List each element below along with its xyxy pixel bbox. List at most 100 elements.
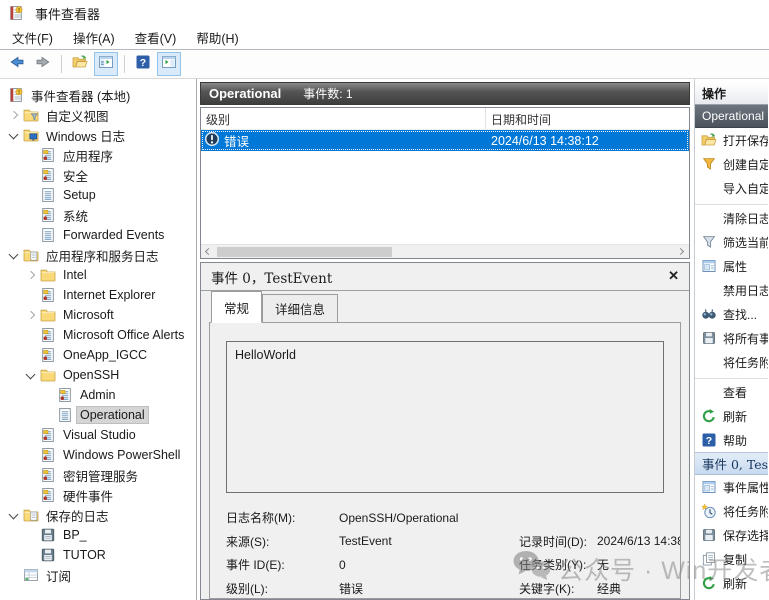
tree-item-硬件事件[interactable]: 硬件事件 [0, 485, 196, 505]
action-禁用日志[interactable]: 禁用日志 [695, 278, 768, 302]
tree-item-windows-日志[interactable]: Windows 日志 [0, 125, 196, 145]
tree-item-windows-powershell[interactable]: Windows PowerShell [0, 445, 196, 465]
action-将任务附加到此日志[interactable]: 将任务附加到此日志... [695, 350, 768, 374]
tree-item-label: Intel [60, 267, 90, 283]
menu-action[interactable]: 操作(A) [63, 25, 125, 50]
field-value: TestEvent [339, 534, 499, 548]
tree-item-订阅[interactable]: 订阅 [0, 565, 196, 585]
close-icon[interactable]: ✕ [668, 269, 679, 284]
tree-item-label: Visual Studio [60, 427, 139, 443]
field-value: 2024/6/13 14:38:12 [597, 534, 681, 548]
column-datetime[interactable]: 日期和时间 [486, 108, 689, 129]
tree-item-密钥管理服务[interactable]: 密钥管理服务 [0, 465, 196, 485]
action-label: 将所有事件另存为... [723, 330, 768, 347]
console-tree-pane-icon [98, 54, 114, 75]
events-table: 级别 日期和时间 错误2024/6/13 14:38:12 [200, 107, 690, 259]
tree-item-forwarded-events[interactable]: Forwarded Events [0, 225, 196, 245]
expander-icon [23, 487, 40, 503]
copy-icon [701, 551, 717, 567]
action-查找[interactable]: 查找... [695, 302, 768, 326]
action-刷新[interactable]: 刷新 [695, 404, 768, 428]
task-icon [701, 503, 717, 519]
scroll-right-icon[interactable] [675, 245, 689, 259]
event-message[interactable]: HelloWorld [226, 341, 664, 493]
tree-item-应用程序和服务日志[interactable]: 应用程序和服务日志 [0, 245, 196, 265]
action-打开保存的日志[interactable]: 打开保存的日志... [695, 128, 768, 152]
open-folder-button[interactable] [68, 52, 92, 76]
subscription-icon [23, 567, 39, 583]
tree-item-visual-studio[interactable]: Visual Studio [0, 425, 196, 445]
field-label: 任务类别(Y): [519, 556, 597, 573]
tree-item-internet-explorer[interactable]: Internet Explorer [0, 285, 196, 305]
console-tree-pane-button[interactable] [94, 52, 118, 76]
tab-details[interactable]: 详细信息 [262, 294, 338, 323]
event-row[interactable]: 错误2024/6/13 14:38:12 [201, 130, 689, 151]
action-刷新[interactable]: 刷新 [695, 571, 768, 595]
tree-item-bp_[interactable]: BP_ [0, 525, 196, 545]
action-属性[interactable]: 属性 [695, 254, 768, 278]
action-帮助[interactable]: ?帮助 [695, 595, 768, 600]
detail-title-bar: 事件 0，TestEvent ✕ [201, 263, 689, 291]
tree-item-label: Microsoft Office Alerts [60, 327, 187, 343]
expander-icon[interactable] [6, 507, 23, 523]
tree-item-事件查看器-(本地)[interactable]: 事件查看器 (本地) [0, 85, 196, 105]
tree-item-label: OpenSSH [60, 367, 122, 383]
save-icon [701, 527, 717, 543]
action-pane-button[interactable] [157, 52, 181, 76]
expander-icon[interactable] [6, 247, 23, 263]
menu-view[interactable]: 查看(V) [125, 25, 187, 50]
tree-item-admin[interactable]: Admin [0, 385, 196, 405]
tree-item-系统[interactable]: 系统 [0, 205, 196, 225]
field-value: 错误 [339, 580, 499, 597]
help-button[interactable]: ? [131, 52, 155, 76]
tree-item-oneapp_igcc[interactable]: OneApp_IGCC [0, 345, 196, 365]
tree-item-安全[interactable]: 安全 [0, 165, 196, 185]
menu-file[interactable]: 文件(F) [2, 25, 63, 50]
scroll-left-icon[interactable] [201, 245, 215, 259]
expander-icon[interactable] [6, 107, 23, 123]
tree-item-setup[interactable]: Setup [0, 185, 196, 205]
tree-item-microsoft[interactable]: Microsoft [0, 305, 196, 325]
expander-icon[interactable] [23, 267, 40, 283]
refresh-icon [701, 408, 717, 424]
action-label: 复制 [723, 551, 747, 568]
expander-icon [23, 527, 40, 543]
action-将任务附加到此事件[interactable]: 将任务附加到此事件... [695, 499, 768, 523]
tree-item-label: Windows 日志 [43, 125, 128, 146]
action-保存选择的事件[interactable]: 保存选择的事件... [695, 523, 768, 547]
back-arrow-icon [9, 54, 25, 75]
tree-item-operational[interactable]: Operational [0, 405, 196, 425]
action-查看[interactable]: 查看 [695, 378, 768, 404]
action-清除日志[interactable]: 清除日志... [695, 204, 768, 230]
scrollbar-thumb[interactable] [217, 247, 392, 257]
actions-group-header: 事件 0, TestEvent [695, 452, 768, 475]
tree-item-自定义视图[interactable]: 自定义视图 [0, 105, 196, 125]
tree-item-应用程序[interactable]: 应用程序 [0, 145, 196, 165]
action-帮助[interactable]: ?帮助 [695, 428, 768, 452]
menu-help[interactable]: 帮助(H) [186, 25, 248, 50]
tree-item-openssh[interactable]: OpenSSH [0, 365, 196, 385]
error-icon [204, 131, 220, 150]
action-筛选当前日志[interactable]: 筛选当前日志... [695, 230, 768, 254]
tree-item-保存的日志[interactable]: 保存的日志 [0, 505, 196, 525]
field-label: 级别(L): [226, 580, 339, 597]
tree-item-intel[interactable]: Intel [0, 265, 196, 285]
action-导入自定义视图[interactable]: 导入自定义视图... [695, 176, 768, 200]
column-level[interactable]: 级别 [201, 108, 486, 129]
tab-general[interactable]: 常规 [211, 291, 262, 323]
detail-title: 事件 0，TestEvent [211, 267, 332, 287]
action-将所有事件另存为[interactable]: 将所有事件另存为... [695, 326, 768, 350]
expander-icon[interactable] [23, 307, 40, 323]
horizontal-scrollbar[interactable] [201, 244, 689, 258]
action-事件属性[interactable]: 事件属性 [695, 475, 768, 499]
expander-icon[interactable] [6, 127, 23, 143]
back-arrow-button[interactable] [5, 52, 29, 76]
action-复制[interactable]: 复制 [695, 547, 768, 571]
folder-filter-icon [23, 107, 39, 123]
expander-icon[interactable] [23, 367, 40, 383]
action-创建自定义视图[interactable]: 创建自定义视图... [695, 152, 768, 176]
tree-item-tutor[interactable]: TUTOR [0, 545, 196, 565]
tree-item-microsoft-office-alerts[interactable]: Microsoft Office Alerts [0, 325, 196, 345]
field-label: 事件 ID(E): [226, 556, 339, 573]
forward-arrow-button[interactable] [31, 52, 55, 76]
